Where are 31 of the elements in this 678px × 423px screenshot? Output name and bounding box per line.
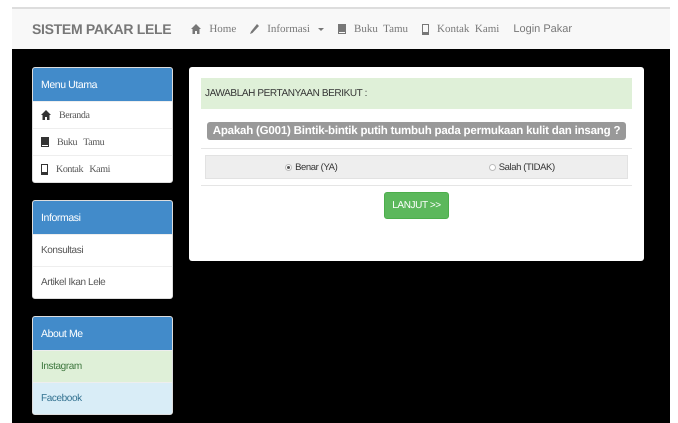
book-icon [41,137,49,147]
home-icon [191,24,202,34]
caret-icon [318,28,324,30]
option-label: Salah (TIDAK) [498,162,555,172]
panel-heading: About Me [33,317,172,350]
radio-button[interactable] [488,164,496,170]
nav-link[interactable]: Home [191,23,236,35]
home-icon [41,110,51,120]
book-icon [338,24,346,34]
nav-link[interactable]: Buku Tamu [338,23,408,35]
brand-title[interactable]: SISTEM PAKAR LELE [32,21,172,37]
question-label: Apakah (G001) Bintik-bintik putih tumbuh pada permukaan kulit dan insang ? [206,122,626,140]
nav-link[interactable]: Login Pakar [513,23,572,35]
sidebar-item[interactable]: Facebook [33,382,172,414]
sidebar-item[interactable]: Kontak Kami [33,155,172,182]
option-label: Benar (YA) [295,162,338,172]
sidebar-item[interactable]: Artikel Ikan Lele [33,266,172,298]
sidebar-item[interactable]: Instagram [33,350,172,382]
next-button[interactable]: LANJUT >> [384,192,449,219]
nav-link[interactable]: Informasi [250,23,324,35]
phone-icon [422,24,430,34]
phone-icon [41,164,48,174]
instruction-banner: JAWABLAH PERTANYAAN BERIKUT : [201,78,632,109]
sidebar-item[interactable]: Buku Tamu [33,128,172,155]
panel-heading: Informasi [33,201,172,234]
nav-link[interactable]: Kontak Kami [422,23,500,35]
sidebar-item[interactable]: Konsultasi [33,234,172,266]
radio-button[interactable] [285,164,292,170]
panel-heading: Menu Utama [33,68,172,101]
pencil-icon [250,24,260,34]
sidebar-item[interactable]: Beranda [33,101,172,128]
